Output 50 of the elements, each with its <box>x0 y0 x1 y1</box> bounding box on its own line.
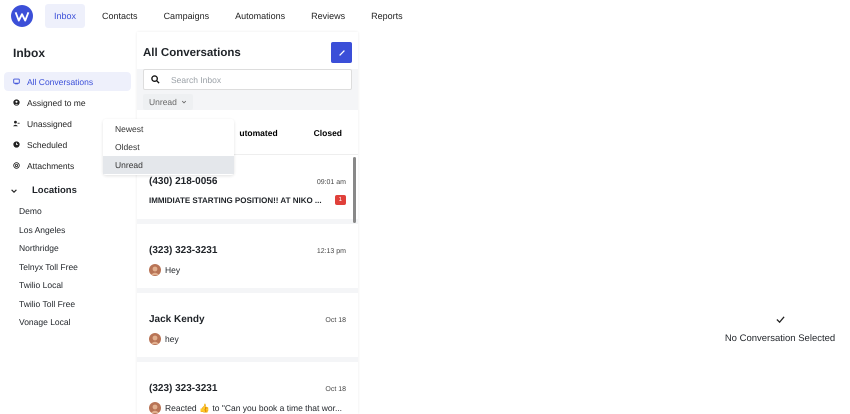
sidebar-item[interactable]: Assigned to me <box>4 93 131 112</box>
location-item[interactable]: Northridge <box>4 243 131 262</box>
search-icon <box>151 75 160 84</box>
nav-tab[interactable]: Reviews <box>302 4 354 28</box>
location-item[interactable]: Vonage Local <box>4 317 131 336</box>
scrollbar[interactable] <box>353 157 356 223</box>
message-preview: Reacted 👍 to "Can you book a time that wor... <box>165 403 342 413</box>
contact-name: Jack Kendy <box>149 314 205 325</box>
status-tab[interactable]: utomated <box>239 124 278 142</box>
status-tab[interactable]: Closed <box>314 124 342 142</box>
location-item[interactable]: Los Angeles <box>4 224 131 243</box>
search-field[interactable]: Search Inbox <box>143 69 352 90</box>
nav-tab[interactable]: Inbox <box>45 4 86 28</box>
location-item[interactable]: Twilio Toll Free <box>4 298 131 317</box>
sidebar-item[interactable]: All Conversations <box>4 72 131 91</box>
menu-item[interactable]: Unread <box>103 156 234 174</box>
user-circle-icon <box>13 99 20 106</box>
menu-item[interactable]: Newest <box>103 120 234 138</box>
message-preview: Hey <box>165 265 180 275</box>
clock-icon <box>13 141 20 148</box>
menu-item[interactable]: Oldest <box>103 138 234 156</box>
empty-state-text: No Conversation Selected <box>724 333 836 344</box>
contact-name: (323) 323-3231 <box>149 383 218 394</box>
avatar-icon <box>149 333 161 345</box>
avatar-icon <box>149 402 161 414</box>
location-item[interactable]: Telnyx Toll Free <box>4 262 131 280</box>
avatar-icon <box>149 264 161 276</box>
logo-icon[interactable] <box>11 5 33 27</box>
message-preview: IMMIDIATE STARTING POSITION!! AT NIKO ... <box>149 196 322 204</box>
message-preview: hey <box>165 334 179 344</box>
caret-icon <box>180 99 187 105</box>
nav-tab[interactable]: Reports <box>362 4 412 28</box>
pencil-icon <box>338 48 346 56</box>
search-input[interactable]: Search Inbox <box>169 74 344 86</box>
sort-dropdown[interactable]: Unread <box>143 94 193 110</box>
panel-title: All Conversations <box>143 46 241 58</box>
chevron-icon <box>10 186 18 194</box>
location-item[interactable]: Twilio Local <box>4 280 131 298</box>
contact-name: (430) 218-0056 <box>149 176 218 187</box>
nav-tab[interactable]: Contacts <box>93 4 147 28</box>
user-minus-icon <box>13 120 20 127</box>
contact-name: (323) 323-3231 <box>149 245 218 256</box>
compose-button[interactable] <box>331 42 352 63</box>
nav-tab[interactable]: Campaigns <box>154 4 218 28</box>
sidebar-title: Inbox <box>12 45 46 62</box>
inbox-icon <box>13 78 20 85</box>
check-icon <box>776 315 784 324</box>
locations-toggle[interactable]: Locations <box>4 177 131 206</box>
location-item[interactable]: Demo <box>4 206 131 224</box>
nav-tab[interactable]: Automations <box>226 4 294 28</box>
